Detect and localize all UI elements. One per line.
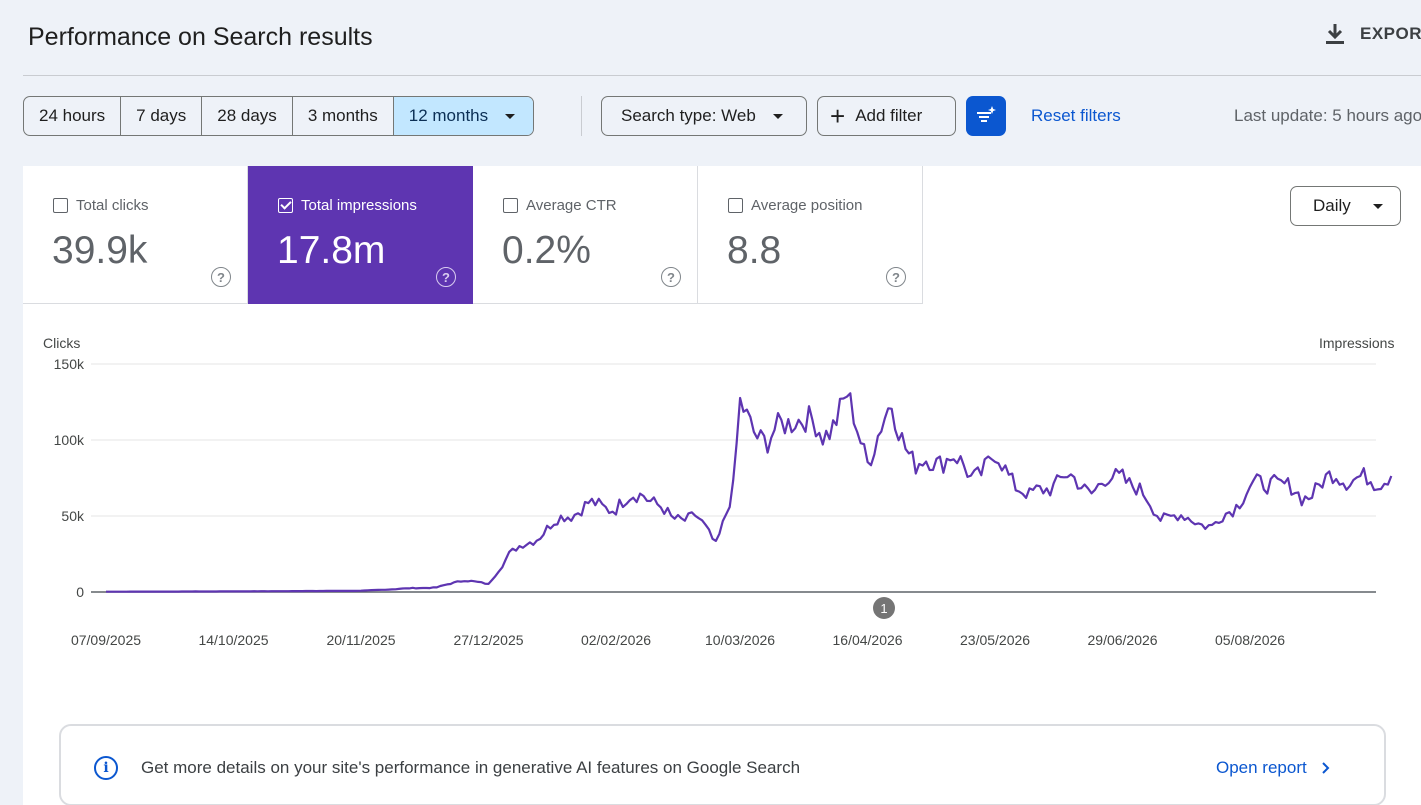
y-tick-label: 0 <box>76 584 84 600</box>
toolbar-separator <box>581 96 582 136</box>
annotation-marker[interactable]: 1 <box>873 597 895 619</box>
dropdown-caret-icon <box>505 113 516 119</box>
export-button[interactable]: EXPORT <box>1324 22 1421 46</box>
x-tick-label: 16/04/2026 <box>833 632 903 648</box>
page-title: Performance on Search results <box>28 23 373 51</box>
x-tick-label: 10/03/2026 <box>705 632 775 648</box>
impressions-series-line <box>106 392 1393 593</box>
export-label: EXPORT <box>1360 24 1421 43</box>
add-filter-button[interactable]: + Add filter <box>817 96 956 136</box>
y-tick-label: 150k <box>54 356 85 372</box>
x-tick-label: 27/12/2025 <box>453 632 523 648</box>
download-icon <box>1326 24 1344 44</box>
x-tick-label: 20/11/2025 <box>326 632 395 648</box>
y-tick-label: 100k <box>54 432 85 448</box>
info-icon: i <box>94 756 118 780</box>
range-12-months[interactable]: 12 months <box>393 97 534 135</box>
x-tick-label: 29/06/2026 <box>1088 632 1158 648</box>
dropdown-caret-icon <box>772 113 783 119</box>
x-tick-label: 23/05/2026 <box>960 632 1030 648</box>
x-tick-label: 14/10/2025 <box>198 632 268 648</box>
open-report-label: Open report <box>1216 758 1307 777</box>
range-12-months-label: 12 months <box>408 106 489 125</box>
y-tick-label: 50k <box>61 508 85 524</box>
open-report-link[interactable]: Open report <box>1216 758 1331 778</box>
chevron-right-icon <box>1322 762 1330 774</box>
range-28-days[interactable]: 28 days <box>202 97 293 135</box>
date-range-selector: 24 hours 7 days 28 days 3 months 12 mont… <box>23 96 535 136</box>
plus-icon: + <box>830 101 846 131</box>
add-filter-label: Add filter <box>855 106 923 125</box>
reset-filters-link[interactable]: Reset filters <box>1031 106 1121 126</box>
page-header: Performance on Search results EXPORT <box>0 0 1421 76</box>
banner-text: Get more details on your site's performa… <box>141 758 801 777</box>
ai-filter-button[interactable] <box>966 96 1006 136</box>
range-24-hours[interactable]: 24 hours <box>24 97 122 135</box>
search-type-label: Search type: Web <box>621 106 756 125</box>
y-axis-ticks: 150k 100k 50k 0 <box>54 356 85 600</box>
annotation-marker-label: 1 <box>880 601 887 616</box>
x-tick-label: 07/09/2025 <box>71 632 141 648</box>
x-tick-label: 02/02/2026 <box>581 632 651 648</box>
range-7-days[interactable]: 7 days <box>121 97 203 135</box>
search-type-dropdown[interactable]: Search type: Web <box>601 96 807 136</box>
sparkle-filter-icon <box>977 106 996 122</box>
range-3-months[interactable]: 3 months <box>293 97 394 135</box>
last-update-text: Last update: 5 hours ago <box>1234 106 1421 125</box>
x-axis-ticks: 07/09/2025 14/10/2025 20/11/2025 27/12/2025… <box>71 632 1285 648</box>
x-tick-label: 05/08/2026 <box>1215 632 1285 648</box>
ai-features-banner: i Get more details on your site's perfor… <box>59 724 1386 805</box>
header-divider <box>23 75 1421 76</box>
impressions-chart: 150k 100k 50k 0 07/09/2025 14/10/2025 20/11/2… <box>54 356 1393 648</box>
performance-card: Total clicks 39.9k ? Total impressions 1… <box>23 166 1421 805</box>
